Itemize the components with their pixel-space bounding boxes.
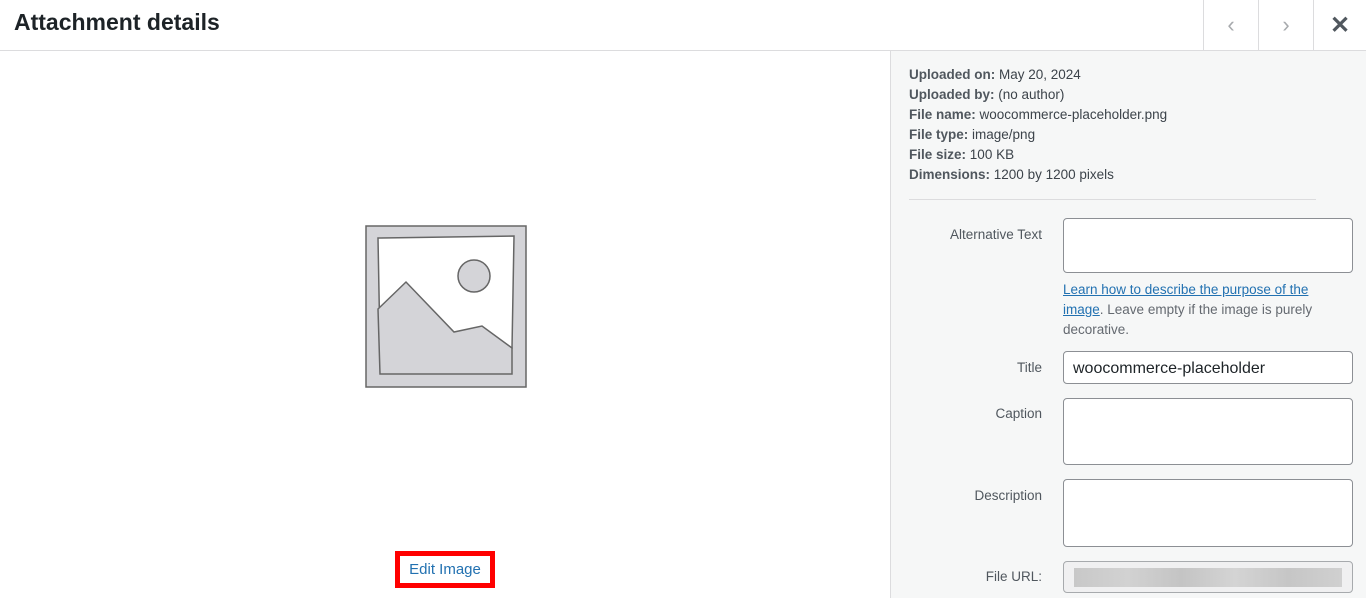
description-label: Description [974, 488, 1042, 503]
previous-button[interactable]: ‹ [1203, 0, 1258, 50]
dimensions: Dimensions: 1200 by 1200 pixels [909, 165, 1167, 185]
next-button[interactable]: › [1258, 0, 1313, 50]
close-icon: ✕ [1330, 11, 1350, 40]
caption-input[interactable] [1063, 398, 1353, 465]
close-button[interactable]: ✕ [1313, 0, 1366, 50]
redacted-url [1074, 568, 1342, 587]
alt-text-help: Learn how to describe the purpose of the… [1063, 280, 1343, 340]
caption-label: Caption [995, 406, 1042, 421]
modal-header: Attachment details ‹ › ✕ [0, 0, 1366, 51]
page-title: Attachment details [14, 9, 220, 36]
description-input[interactable] [1063, 479, 1353, 547]
alt-text-input[interactable] [1063, 218, 1353, 273]
file-info: Uploaded on: May 20, 2024 Uploaded by: (… [909, 65, 1167, 185]
title-input[interactable]: woocommerce-placeholder [1063, 351, 1353, 384]
chevron-left-icon: ‹ [1227, 12, 1234, 38]
file-name: File name: woocommerce-placeholder.png [909, 105, 1167, 125]
uploaded-on: Uploaded on: May 20, 2024 [909, 65, 1167, 85]
uploaded-by: Uploaded by: (no author) [909, 85, 1167, 105]
edit-image-button[interactable]: Edit Image [395, 551, 495, 588]
placeholder-image-icon [364, 224, 528, 390]
file-url-input[interactable] [1063, 561, 1353, 593]
file-url-label: File URL: [986, 569, 1042, 584]
chevron-right-icon: › [1282, 12, 1289, 38]
divider [909, 199, 1316, 200]
alt-text-label: Alternative Text [950, 227, 1042, 242]
title-label: Title [1017, 360, 1042, 375]
attachment-sidebar: Uploaded on: May 20, 2024 Uploaded by: (… [890, 51, 1366, 598]
file-type: File type: image/png [909, 125, 1167, 145]
edit-image-label: Edit Image [409, 561, 481, 578]
file-size: File size: 100 KB [909, 145, 1167, 165]
